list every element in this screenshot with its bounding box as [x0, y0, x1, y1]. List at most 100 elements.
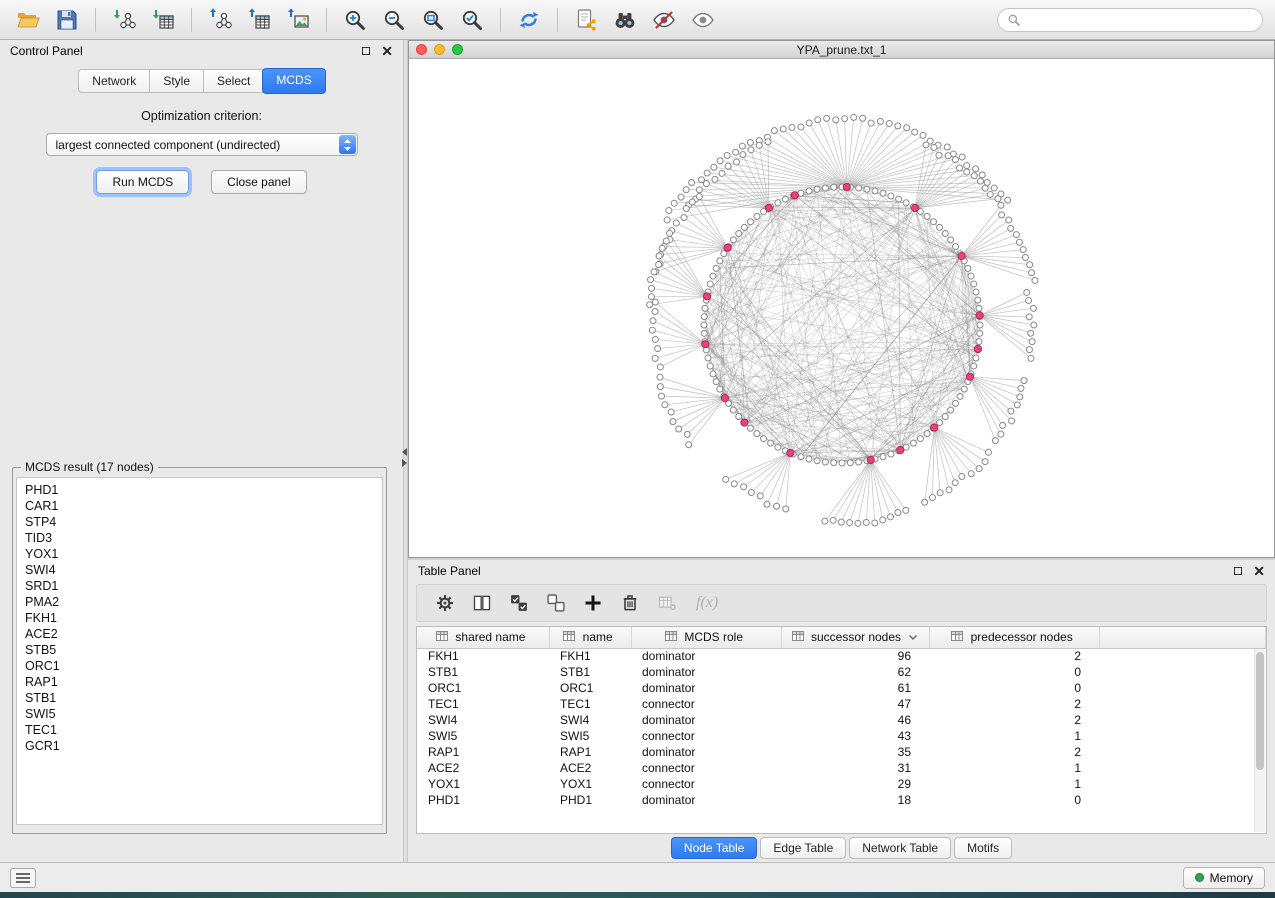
mcds-result-item[interactable]: STP4 [25, 514, 374, 530]
mcds-result-item[interactable]: SWI4 [25, 562, 374, 578]
mcds-result-item[interactable]: PHD1 [25, 482, 374, 498]
delete-column-icon[interactable] [620, 593, 640, 613]
zoom-in-button[interactable] [339, 5, 371, 35]
panel-menu-button[interactable] [10, 868, 36, 888]
mcds-result-item[interactable]: PMA2 [25, 594, 374, 610]
table-cell-name: YOX1 [549, 776, 631, 792]
mcds-result-item[interactable]: ACE2 [25, 626, 374, 642]
deselect-all-icon[interactable] [546, 593, 566, 613]
table-cell-shared-name: RAP1 [417, 744, 549, 760]
table-scrollbar[interactable] [1254, 649, 1265, 832]
table-row[interactable]: TEC1TEC1connector472 [417, 696, 1266, 712]
select-all-icon[interactable] [509, 593, 529, 613]
column-header-shared-name[interactable]: shared name [417, 627, 549, 648]
network-window-titlebar[interactable]: YPA_prune.txt_1 [409, 41, 1274, 59]
column-header-successor-nodes[interactable]: successor nodes [781, 627, 929, 648]
mcds-result-item[interactable]: SRD1 [25, 578, 374, 594]
mcds-result-item[interactable]: CAR1 [25, 498, 374, 514]
table-cell-successor-nodes: 35 [781, 744, 929, 760]
zoom-selected-button[interactable] [456, 5, 488, 35]
tab-edge-table[interactable]: Edge Table [760, 837, 846, 859]
mcds-result-item[interactable]: GCR1 [25, 738, 374, 754]
mcds-result-item[interactable]: ORC1 [25, 658, 374, 674]
add-column-icon[interactable] [583, 593, 603, 613]
table-row[interactable]: ACE2ACE2connector311 [417, 760, 1266, 776]
table-cell-predecessor-nodes: 0 [929, 680, 1099, 696]
table-row[interactable]: RAP1RAP1dominator352 [417, 744, 1266, 760]
table-header-row: shared name name MCDS role [417, 627, 1266, 648]
mcds-result-item[interactable]: SWI5 [25, 706, 374, 722]
column-header-mcds-role[interactable]: MCDS role [631, 627, 781, 648]
tab-network[interactable]: Network [78, 69, 149, 93]
tab-node-table[interactable]: Node Table [671, 837, 758, 859]
tab-motifs[interactable]: Motifs [954, 837, 1012, 859]
mcds-result-item[interactable]: FKH1 [25, 610, 374, 626]
network-graph[interactable] [409, 59, 1274, 557]
mcds-result-item[interactable]: RAP1 [25, 674, 374, 690]
float-panel-icon[interactable] [362, 47, 370, 55]
network-window: YPA_prune.txt_1 [408, 40, 1275, 558]
save-session-button[interactable] [51, 5, 83, 35]
column-header-predecessor-nodes[interactable]: predecessor nodes [929, 627, 1099, 648]
close-table-panel-icon[interactable]: ✕ [1253, 566, 1265, 576]
tab-select[interactable]: Select [203, 69, 263, 93]
table-row[interactable]: SWI5SWI5connector431 [417, 728, 1266, 744]
network-canvas[interactable] [409, 59, 1274, 557]
find-in-network-button[interactable] [609, 5, 641, 35]
open-file-button[interactable] [12, 5, 44, 35]
zoom-fit-button[interactable] [417, 5, 449, 35]
close-panel-icon[interactable]: ✕ [381, 46, 393, 56]
table-cell-successor-nodes: 29 [781, 776, 929, 792]
mcds-result-item[interactable]: STB5 [25, 642, 374, 658]
tab-style[interactable]: Style [149, 69, 203, 93]
table-row[interactable]: ORC1ORC1dominator610 [417, 680, 1266, 696]
hide-selected-button[interactable] [648, 5, 680, 35]
criterion-dropdown[interactable]: largest connected component (undirected) [46, 133, 358, 156]
column-type-icon [563, 631, 575, 641]
table-settings-gear-icon[interactable] [435, 593, 455, 613]
table-cell-filler [1099, 680, 1266, 696]
table-cell-mcds-role: dominator [631, 664, 781, 680]
close-panel-button[interactable]: Close panel [211, 170, 306, 194]
table-cell-shared-name: TEC1 [417, 696, 549, 712]
table-scrollbar-thumb[interactable] [1256, 652, 1264, 770]
table-row[interactable]: STB1STB1dominator620 [417, 664, 1266, 680]
mcds-result-item[interactable]: TID3 [25, 530, 374, 546]
main-toolbar [0, 0, 1275, 40]
run-mcds-button[interactable]: Run MCDS [96, 170, 189, 194]
zoom-out-button[interactable] [378, 5, 410, 35]
hide-eye-icon [652, 8, 676, 32]
export-table-icon [247, 8, 271, 32]
search-input[interactable] [1027, 13, 1253, 27]
search-box[interactable] [997, 8, 1263, 32]
table-row[interactable]: YOX1YOX1connector291 [417, 776, 1266, 792]
table-row[interactable]: FKH1FKH1dominator962 [417, 648, 1266, 664]
column-header-name[interactable]: name [549, 627, 631, 648]
tab-mcds[interactable]: MCDS [262, 68, 325, 94]
zoom-fit-icon [421, 8, 445, 32]
export-network-button[interactable] [204, 5, 236, 35]
mcds-result-list[interactable]: PHD1CAR1STP4TID3YOX1SWI4SRD1PMA2FKH1ACE2… [16, 477, 383, 825]
export-image-button[interactable] [282, 5, 314, 35]
table-cell-mcds-role: connector [631, 696, 781, 712]
float-table-panel-icon[interactable] [1234, 567, 1242, 575]
table-row[interactable]: SWI4SWI4dominator462 [417, 712, 1266, 728]
memory-button[interactable]: Memory [1183, 867, 1265, 889]
show-columns-icon[interactable] [472, 593, 492, 613]
mcds-result-item[interactable]: TEC1 [25, 722, 374, 738]
mcds-result-item[interactable]: STB1 [25, 690, 374, 706]
import-table-button[interactable] [147, 5, 179, 35]
refresh-view-button[interactable] [513, 5, 545, 35]
refresh-icon [517, 8, 541, 32]
toolbar-separator [95, 8, 96, 32]
optimization-criterion-label: Optimization criterion: [0, 109, 403, 123]
panel-splitter[interactable] [403, 40, 408, 862]
import-network-button[interactable] [108, 5, 140, 35]
show-all-button[interactable] [687, 5, 719, 35]
export-table-button[interactable] [243, 5, 275, 35]
mcds-result-item[interactable]: YOX1 [25, 546, 374, 562]
export-network-document-button[interactable] [570, 5, 602, 35]
table-row[interactable]: PHD1PHD1dominator180 [417, 792, 1266, 808]
splitter-collapse-icon[interactable] [402, 448, 407, 467]
tab-network-table[interactable]: Network Table [849, 837, 951, 859]
